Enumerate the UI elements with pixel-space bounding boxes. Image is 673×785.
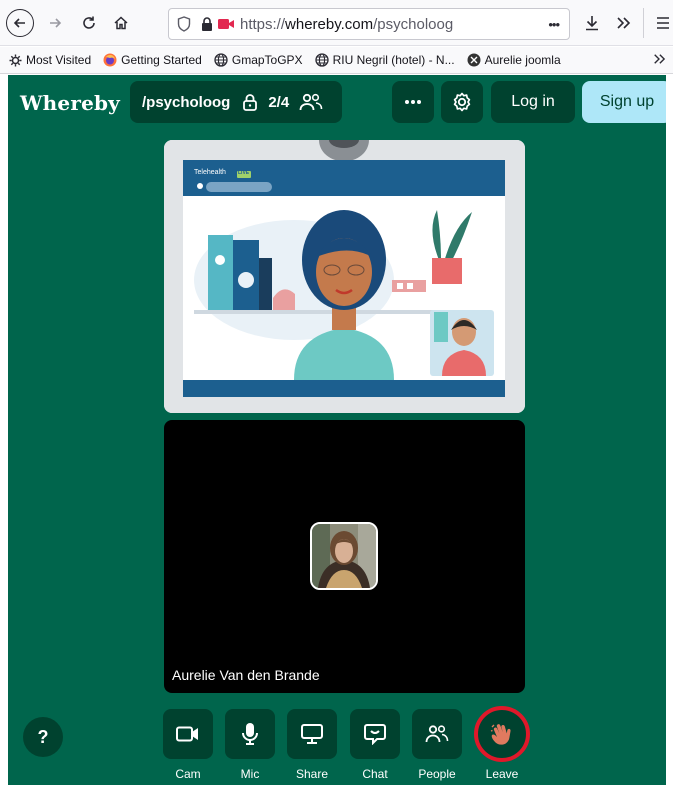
screen-share-icon bbox=[301, 724, 323, 744]
leave-label: Leave bbox=[485, 767, 519, 781]
downloads-button[interactable] bbox=[579, 10, 605, 36]
tile-title: Telehealth bbox=[194, 169, 226, 176]
tracking-shield-icon[interactable] bbox=[177, 16, 191, 32]
forward-button[interactable] bbox=[42, 10, 68, 36]
chevron-double-right-icon bbox=[654, 54, 666, 64]
mic-button[interactable] bbox=[225, 709, 275, 759]
back-button[interactable] bbox=[6, 9, 34, 37]
bookmark-most-visited[interactable]: Most Visited bbox=[8, 53, 91, 67]
chat-icon bbox=[364, 724, 386, 745]
people-icon bbox=[425, 725, 449, 743]
camera-icon bbox=[176, 726, 198, 742]
bookmarks-overflow-button[interactable] bbox=[652, 53, 666, 68]
bookmark-label: Getting Started bbox=[121, 53, 202, 67]
home-icon bbox=[114, 16, 128, 30]
help-button[interactable]: ? bbox=[23, 717, 63, 757]
participant-name: Aurelie Van den Brande bbox=[172, 667, 320, 683]
browser-toolbar: https://whereby.com/psycholoog ••• bbox=[0, 0, 673, 46]
menu-button[interactable] bbox=[650, 10, 673, 36]
lock-icon bbox=[242, 93, 258, 111]
share-button[interactable] bbox=[287, 709, 337, 759]
chevron-double-right-icon bbox=[617, 17, 631, 29]
globe-icon bbox=[314, 53, 329, 67]
people-icon bbox=[299, 93, 323, 111]
leave-button[interactable] bbox=[474, 706, 530, 762]
share-label: Share bbox=[295, 767, 329, 781]
url-domain: whereby.com bbox=[285, 15, 374, 33]
whereby-app: Whereby /psycholoog 2/4 Log in Sign up T… bbox=[8, 75, 666, 785]
people-button[interactable] bbox=[412, 709, 462, 759]
overflow-button[interactable] bbox=[610, 10, 636, 36]
camera-permission-icon[interactable] bbox=[218, 18, 234, 30]
bookmark-label: GmapToGPX bbox=[231, 53, 303, 67]
url-bar[interactable]: https://whereby.com/psycholoog ••• bbox=[168, 8, 570, 40]
gear-icon bbox=[453, 92, 471, 112]
bookmarks-bar: Most Visited Getting Started GmapToGPX R… bbox=[0, 47, 673, 74]
reload-button[interactable] bbox=[76, 10, 102, 36]
bookmark-label: RIU Negril (hotel) - N... bbox=[332, 53, 455, 67]
signup-button[interactable]: Sign up bbox=[582, 81, 666, 123]
cam-label: Cam bbox=[175, 767, 201, 781]
mic-label: Mic bbox=[240, 767, 260, 781]
chat-button[interactable] bbox=[350, 709, 400, 759]
lock-icon[interactable] bbox=[201, 17, 213, 31]
bookmark-label: Aurelie joomla bbox=[484, 53, 561, 67]
url-path: /psycholoog bbox=[373, 15, 454, 33]
whereby-logo[interactable]: Whereby bbox=[20, 91, 120, 115]
toolbar-divider bbox=[643, 8, 644, 38]
url-text[interactable]: https://whereby.com/psycholoog bbox=[240, 16, 453, 33]
gear-icon bbox=[8, 53, 22, 67]
cam-button[interactable] bbox=[163, 709, 213, 759]
bookmark-label: Most Visited bbox=[26, 53, 92, 67]
settings-button[interactable] bbox=[441, 81, 483, 123]
hamburger-icon bbox=[657, 17, 669, 29]
live-badge: LIVE bbox=[238, 170, 250, 176]
reload-icon bbox=[83, 16, 95, 29]
joomla-icon bbox=[467, 53, 481, 67]
room-info-button[interactable]: /psycholoog 2/4 bbox=[130, 81, 342, 123]
participant-tile: Aurelie Van den Brande bbox=[164, 420, 525, 693]
people-label: People bbox=[418, 767, 456, 781]
room-name: /psycholoog bbox=[142, 93, 231, 111]
page-actions-button[interactable]: ••• bbox=[548, 17, 560, 32]
waving-hand-icon bbox=[490, 724, 511, 745]
bookmark-getting-started[interactable]: Getting Started bbox=[103, 53, 202, 67]
url-prefix: https:// bbox=[240, 15, 286, 33]
participant-avatar bbox=[310, 522, 378, 590]
home-button[interactable] bbox=[108, 10, 134, 36]
shared-content-tile: Telehealth LIVE bbox=[164, 140, 525, 413]
participant-count: 2/4 bbox=[268, 93, 290, 111]
bookmark-gmaptogpx[interactable]: GmapToGPX bbox=[214, 53, 303, 67]
microphone-icon bbox=[242, 723, 258, 745]
login-button[interactable]: Log in bbox=[491, 81, 575, 123]
chat-label: Chat bbox=[362, 767, 388, 781]
telehealth-illustration bbox=[164, 140, 525, 413]
participant-photo bbox=[312, 524, 376, 588]
bookmark-riu-negril[interactable]: RIU Negril (hotel) - N... bbox=[314, 53, 455, 67]
globe-icon bbox=[214, 53, 228, 67]
bookmark-aurelie-joomla[interactable]: Aurelie joomla bbox=[467, 53, 561, 67]
arrow-right-icon bbox=[50, 18, 62, 28]
download-icon bbox=[586, 16, 598, 31]
arrow-left-icon bbox=[13, 18, 25, 28]
firefox-icon bbox=[103, 53, 117, 67]
more-options-button[interactable] bbox=[392, 81, 434, 123]
more-horizontal-icon bbox=[405, 100, 421, 104]
